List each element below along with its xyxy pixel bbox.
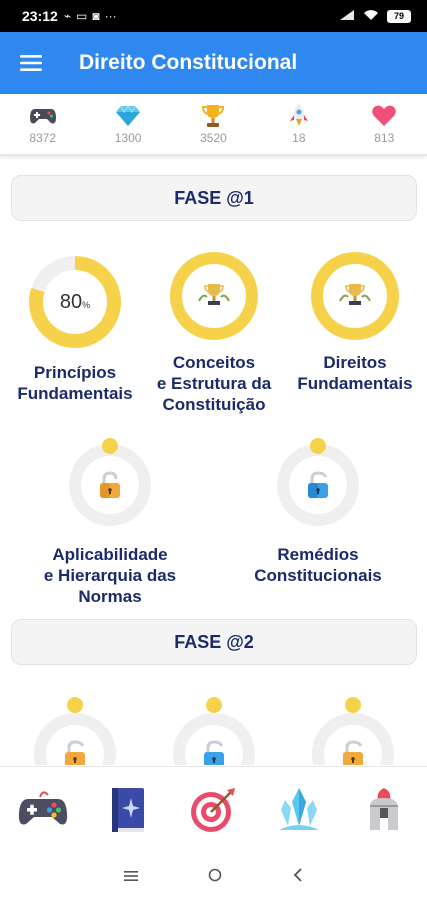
padlock-icon bbox=[204, 740, 224, 765]
hamburger-icon bbox=[20, 55, 42, 71]
signal-icon bbox=[339, 8, 355, 24]
stat-diamonds[interactable]: 1300 bbox=[93, 103, 163, 145]
monitor-icon: ▭ bbox=[76, 9, 88, 23]
progress-dot bbox=[310, 438, 326, 454]
progress-dot bbox=[67, 697, 83, 713]
system-nav-bar bbox=[0, 852, 427, 900]
padlock-icon bbox=[343, 740, 363, 765]
padlock-icon bbox=[65, 740, 85, 765]
nav-target[interactable] bbox=[183, 780, 243, 840]
completed-ring bbox=[311, 252, 399, 340]
app-bar: Direito Constitucional bbox=[0, 32, 427, 94]
stats-bar: 8372 1300 3520 18 813 bbox=[0, 94, 427, 156]
locked-ring bbox=[173, 713, 255, 765]
lesson-locked[interactable] bbox=[312, 705, 394, 765]
locked-ring bbox=[69, 438, 151, 526]
diamond-icon bbox=[116, 105, 141, 126]
target-icon bbox=[191, 787, 236, 832]
progress-ring: 80% bbox=[29, 256, 121, 348]
menu-button[interactable] bbox=[0, 32, 62, 94]
page-title: Direito Constitucional bbox=[79, 51, 298, 74]
lesson-direitos[interactable]: Direitos Fundamentais bbox=[292, 252, 418, 394]
back-button[interactable] bbox=[292, 866, 304, 887]
wifi-icon bbox=[363, 8, 379, 24]
trophy-icon bbox=[202, 105, 225, 127]
lesson-label: Princípios Fundamentais bbox=[17, 363, 133, 403]
rocket-icon bbox=[289, 104, 308, 126]
status-time: 23:12 bbox=[22, 8, 58, 24]
usb-icon: ⌁ bbox=[63, 9, 72, 23]
lesson-principios[interactable]: 80% Princípios Fundamentais bbox=[12, 256, 138, 404]
phase-header: FASE @1 bbox=[11, 175, 417, 221]
lesson-locked[interactable] bbox=[173, 705, 255, 765]
more-icon: ··· bbox=[104, 9, 117, 23]
gamepad-icon bbox=[18, 790, 67, 825]
nav-crystal[interactable] bbox=[269, 780, 329, 840]
nav-helmet[interactable] bbox=[354, 780, 414, 840]
lesson-locked[interactable] bbox=[34, 705, 116, 765]
progress-dot bbox=[102, 438, 118, 454]
crystal-icon bbox=[278, 787, 319, 830]
padlock-icon bbox=[308, 471, 328, 498]
circle-icon bbox=[208, 868, 221, 881]
spartan-helmet-icon bbox=[370, 787, 399, 830]
lesson-label: Direitos Fundamentais bbox=[297, 353, 413, 393]
progress-value: 80% bbox=[59, 290, 91, 313]
trophy-icon bbox=[339, 284, 371, 305]
stat-hearts[interactable]: 813 bbox=[349, 103, 419, 145]
lesson-aplicabilidade[interactable]: Aplicabilidade e Hierarquia das Normas bbox=[40, 438, 180, 607]
lesson-label: Aplicabilidade e Hierarquia das Normas bbox=[43, 545, 177, 606]
shield-icon: ◙ bbox=[92, 9, 100, 23]
locked-ring bbox=[277, 438, 359, 526]
completed-ring bbox=[170, 252, 258, 340]
phase-header: FASE @2 bbox=[11, 619, 417, 665]
book-icon bbox=[112, 787, 145, 832]
nav-book[interactable] bbox=[98, 780, 158, 840]
gamepad-icon bbox=[29, 109, 56, 124]
stat-rockets[interactable]: 18 bbox=[264, 103, 334, 145]
trophy-icon bbox=[198, 284, 230, 305]
stat-games[interactable]: 8372 bbox=[8, 103, 78, 145]
recents-button[interactable] bbox=[123, 866, 138, 887]
progress-dot bbox=[206, 697, 222, 713]
stat-value: 8372 bbox=[29, 131, 57, 145]
bottom-nav bbox=[0, 766, 427, 852]
notification-icons: ⌁ ▭ ◙ ··· bbox=[64, 9, 117, 23]
back-chevron-icon bbox=[293, 867, 302, 882]
heart-icon bbox=[372, 105, 397, 126]
locked-ring bbox=[34, 713, 116, 765]
battery-level: 79 bbox=[393, 11, 404, 21]
home-button[interactable] bbox=[208, 866, 222, 887]
locked-ring bbox=[312, 713, 394, 765]
menu-lines-icon bbox=[123, 870, 138, 881]
battery-icon: 79 bbox=[387, 9, 411, 23]
stat-value: 1300 bbox=[114, 131, 142, 145]
stat-value: 3520 bbox=[200, 131, 227, 145]
nav-games[interactable] bbox=[13, 780, 73, 840]
status-bar: 23:12 ⌁ ▭ ◙ ··· 79 bbox=[0, 0, 427, 32]
progress-dot bbox=[345, 697, 361, 713]
stat-trophies[interactable]: 3520 bbox=[178, 103, 248, 145]
lesson-remedios[interactable]: Remédios Constitucionais bbox=[248, 438, 388, 586]
lesson-label: Remédios Constitucionais bbox=[254, 545, 382, 585]
lesson-label: Conceitos e Estrutura da Constituição bbox=[156, 353, 272, 414]
stat-value: 18 bbox=[292, 131, 306, 145]
lesson-conceitos[interactable]: Conceitos e Estrutura da Constituição bbox=[144, 252, 284, 415]
stat-value: 813 bbox=[374, 131, 395, 145]
padlock-icon bbox=[100, 471, 120, 498]
